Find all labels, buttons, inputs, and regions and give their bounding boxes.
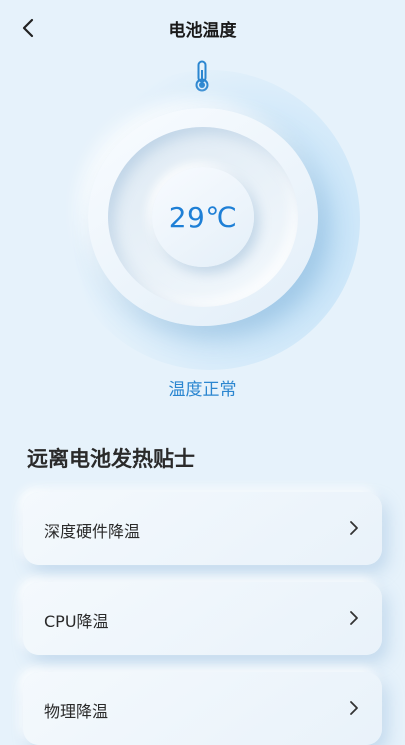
page-title: 电池温度 [168, 21, 237, 41]
tip-item-deep-hardware-cooling[interactable]: 深度硬件降温 [23, 492, 382, 565]
chevron-right-icon [350, 701, 358, 715]
tip-item-physical-cooling[interactable]: 物理降温 [23, 672, 382, 745]
chevron-right-icon [350, 611, 358, 625]
tip-item-label: 深度硬件降温 [44, 522, 141, 541]
gauge-ring: 29℃ [108, 127, 298, 307]
temperature-gauge: 29℃ [88, 108, 318, 326]
gauge-center: 29℃ [152, 167, 254, 267]
temperature-value: 29℃ [168, 200, 238, 234]
thermometer-icon [195, 60, 209, 92]
tips-section-title: 远离电池发热贴士 [27, 447, 195, 471]
temperature-status: 温度正常 [168, 380, 237, 400]
tip-item-label: 物理降温 [44, 702, 109, 721]
header: 电池温度 [0, 0, 405, 56]
tip-item-label: CPU降温 [44, 612, 109, 631]
tip-item-cpu-cooling[interactable]: CPU降温 [23, 582, 382, 655]
chevron-right-icon [350, 521, 358, 535]
